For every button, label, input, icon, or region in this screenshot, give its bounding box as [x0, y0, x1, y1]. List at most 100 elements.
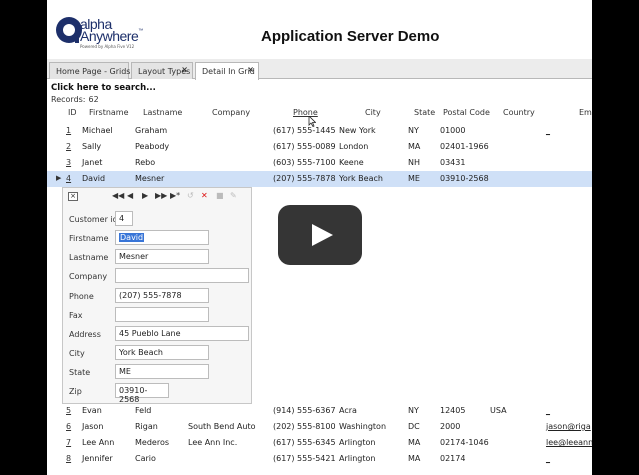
state-field[interactable]: ME: [115, 364, 209, 379]
column-header-email[interactable]: Em: [579, 108, 592, 117]
column-header-postal-code[interactable]: Postal Code: [443, 108, 490, 117]
cell-phone: (603) 555-7100: [273, 158, 336, 167]
selected-text: David: [119, 233, 145, 242]
previous-record-icon[interactable]: ◀: [127, 191, 133, 200]
video-play-button[interactable]: [278, 205, 362, 265]
table-row[interactable]: 2 Sally Peabody (617) 555-0089 London MA…: [47, 139, 592, 155]
save-record-icon[interactable]: ■: [216, 191, 224, 200]
row-id-link[interactable]: 3: [66, 158, 71, 167]
cell-state: ME: [408, 174, 420, 183]
cell-lastname: Mesner: [135, 174, 165, 183]
cell-phone: (617) 555-0089: [273, 142, 336, 151]
tab-home-page-grids[interactable]: Home Page - Grids: [49, 62, 130, 79]
cell-state: MA: [408, 142, 421, 151]
cell-lastname: Peabody: [135, 142, 170, 151]
table-row[interactable]: 5 Evan Feld (914) 555-6367 Acra NY 12405…: [47, 403, 592, 419]
next-record-icon[interactable]: ▶: [142, 191, 148, 200]
label-state: State: [69, 368, 91, 377]
table-row[interactable]: 7 Lee Ann Mederos Lee Ann Inc. (617) 555…: [47, 435, 592, 451]
cell-lastname: Feld: [135, 406, 152, 415]
cell-lastname: Rebo: [135, 158, 156, 167]
column-header-country[interactable]: Country: [503, 108, 535, 117]
table-row[interactable]: 8 Jennifer Cario (617) 555-5421 Arlingto…: [47, 451, 592, 467]
mouse-pointer-icon: [308, 115, 317, 128]
cell-state: MA: [408, 454, 421, 463]
grid-header: ID Firstname Lastname Company Phone City…: [47, 108, 592, 121]
cell-state: MA: [408, 438, 421, 447]
cell-lastname: Cario: [135, 454, 156, 463]
cell-email[interactable]: _: [546, 454, 550, 463]
tab-close-icon[interactable]: ×: [181, 65, 188, 74]
logo-tagline: Powered by Alpha Five V12: [80, 44, 135, 49]
cell-postal-code: 03431: [440, 158, 466, 167]
cell-city: York Beach: [339, 174, 383, 183]
company-field[interactable]: [115, 268, 249, 283]
cell-state: DC: [408, 422, 420, 431]
cell-firstname: Sally: [82, 142, 102, 151]
cell-firstname: Evan: [82, 406, 102, 415]
undo-icon[interactable]: ↺: [187, 191, 194, 200]
row-id-link[interactable]: 6: [66, 422, 71, 431]
cell-firstname: Jennifer: [82, 454, 113, 463]
row-pointer-icon: ▶: [56, 174, 62, 182]
column-header-company[interactable]: Company: [212, 108, 250, 117]
cell-city: Acra: [339, 406, 357, 415]
tab-layout-types[interactable]: Layout Types ×: [131, 62, 193, 79]
label-company: Company: [69, 272, 108, 281]
cell-postal-code: 02174: [440, 454, 466, 463]
table-row[interactable]: 1 Michael Graham (617) 555-1445 New York…: [47, 123, 592, 139]
delete-record-icon[interactable]: ✕: [201, 191, 208, 200]
tab-close-icon[interactable]: ×: [247, 65, 254, 74]
close-detail-icon[interactable]: ×: [68, 192, 78, 201]
cell-firstname: David: [82, 174, 106, 183]
cell-phone: (617) 555-1445: [273, 126, 336, 135]
cell-state: NY: [408, 126, 419, 135]
label-lastname: Lastname: [69, 253, 109, 262]
label-firstname: Firstname: [69, 234, 109, 243]
phone-field[interactable]: (207) 555-7878: [115, 288, 209, 303]
table-row[interactable]: 3 Janet Rebo (603) 555-7100 Keene NH 034…: [47, 155, 592, 171]
cell-state: NY: [408, 406, 419, 415]
column-header-firstname[interactable]: Firstname: [89, 108, 129, 117]
cell-email[interactable]: _: [546, 126, 550, 135]
cell-email[interactable]: _: [546, 406, 550, 415]
cell-email[interactable]: jason@riga: [546, 422, 591, 431]
column-header-city[interactable]: City: [365, 108, 381, 117]
table-row-selected[interactable]: ▶ 4 David Mesner (207) 555-7878 York Bea…: [47, 171, 592, 187]
cell-postal-code: 2000: [440, 422, 461, 431]
column-header-lastname[interactable]: Lastname: [143, 108, 182, 117]
new-record-icon[interactable]: ▶*: [170, 191, 180, 200]
city-field[interactable]: York Beach: [115, 345, 209, 360]
address-field[interactable]: 45 Pueblo Lane: [115, 326, 249, 341]
cell-city: Washington: [339, 422, 387, 431]
detail-form: × ◀◀ ◀ ▶ ▶▶ ▶* ↺ ✕ ■ ✎ Customer id 4 Fir…: [62, 187, 252, 404]
search-link[interactable]: Click here to search...: [51, 83, 156, 93]
label-address: Address: [69, 330, 101, 339]
cell-postal-code: 12405: [440, 406, 466, 415]
cell-postal-code: 01000: [440, 126, 466, 135]
cell-email[interactable]: lee@leeann: [546, 438, 592, 447]
zip-field[interactable]: 03910-2568: [115, 383, 169, 404]
row-id-link[interactable]: 4: [66, 174, 71, 183]
row-id-link[interactable]: 1: [66, 126, 71, 135]
fax-field[interactable]: [115, 307, 209, 322]
cell-phone: (914) 555-6367: [273, 406, 336, 415]
first-record-icon[interactable]: ◀◀: [112, 191, 124, 200]
column-header-state[interactable]: State: [414, 108, 435, 117]
records-count: Records: 62: [51, 95, 99, 104]
firstname-field[interactable]: David: [115, 230, 209, 245]
page-title: Application Server Demo: [261, 28, 440, 45]
lastname-field[interactable]: Mesner: [115, 249, 209, 264]
customer-id-field[interactable]: 4: [115, 211, 133, 226]
table-row[interactable]: 6 Jason Rigan South Bend Auto (202) 555-…: [47, 419, 592, 435]
cell-phone: (617) 555-5421: [273, 454, 336, 463]
row-id-link[interactable]: 8: [66, 454, 71, 463]
row-id-link[interactable]: 2: [66, 142, 71, 151]
column-header-id[interactable]: ID: [68, 108, 77, 117]
edit-record-icon[interactable]: ✎: [230, 191, 237, 200]
tab-detail-in-grid[interactable]: Detail In Grid ×: [195, 62, 259, 80]
row-id-link[interactable]: 5: [66, 406, 71, 415]
row-id-link[interactable]: 7: [66, 438, 71, 447]
cell-company: South Bend Auto: [188, 422, 256, 431]
last-record-icon[interactable]: ▶▶: [155, 191, 167, 200]
